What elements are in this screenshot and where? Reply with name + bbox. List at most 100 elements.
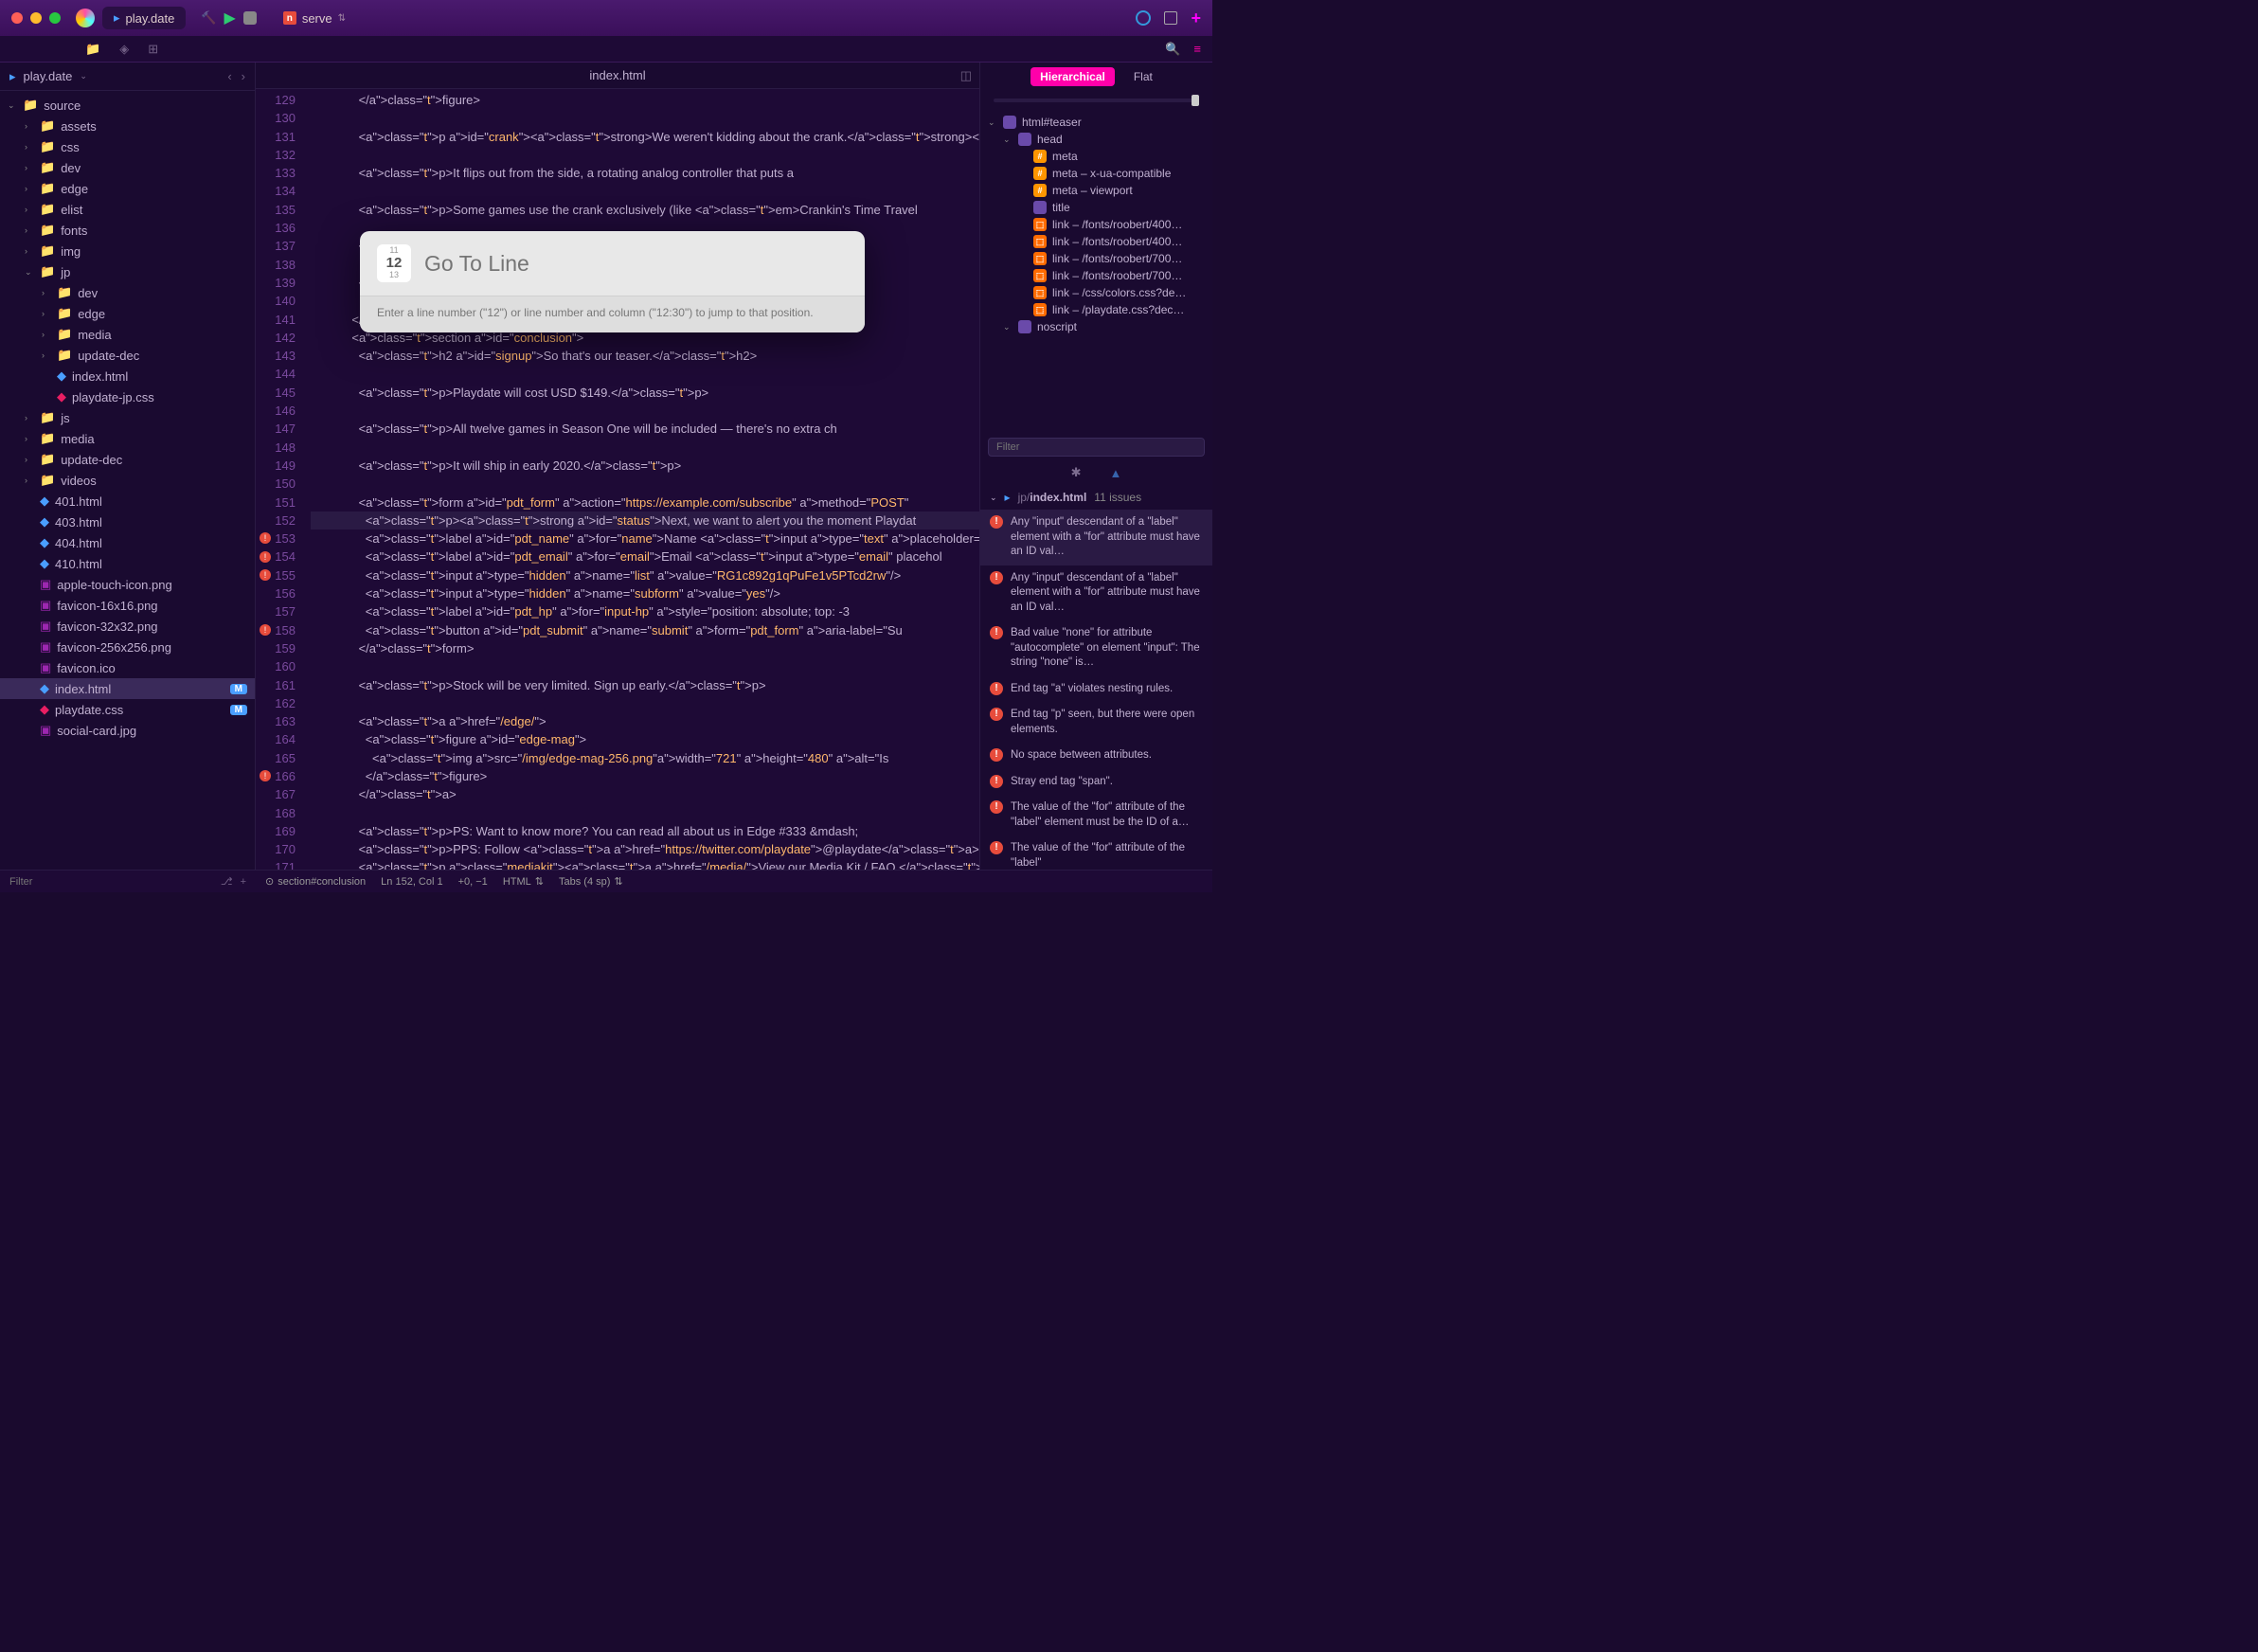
error-marker-icon[interactable]: ! bbox=[260, 569, 271, 581]
npm-icon: n bbox=[283, 11, 296, 25]
disclosure-icon: ⌄ bbox=[1003, 322, 1013, 332]
error-icon: ! bbox=[990, 748, 1003, 762]
tree-item[interactable]: ›📁edge bbox=[0, 303, 255, 324]
issue-item[interactable]: !No space between attributes. bbox=[980, 743, 1212, 769]
error-marker-icon[interactable]: ! bbox=[260, 770, 271, 781]
tree-item[interactable]: ›📁js bbox=[0, 407, 255, 428]
tree-item[interactable]: ›📁videos bbox=[0, 470, 255, 491]
issue-item[interactable]: !The value of the "for" attribute of the… bbox=[980, 795, 1212, 835]
tree-item[interactable]: ▣favicon-16x16.png bbox=[0, 595, 255, 616]
issues-header[interactable]: ⌄ ▸ jp/index.html 11 issues bbox=[980, 485, 1212, 510]
error-icon: ! bbox=[990, 682, 1003, 695]
new-tab-button[interactable]: + bbox=[1191, 9, 1201, 28]
sidebar-filter-input[interactable] bbox=[9, 876, 213, 888]
tree-item[interactable]: ▣favicon-32x32.png bbox=[0, 616, 255, 637]
folder-icon: 📁 bbox=[57, 306, 72, 321]
symbols-view-icon[interactable]: ◈ bbox=[119, 42, 129, 57]
files-view-icon[interactable]: 📁 bbox=[85, 42, 100, 57]
outline-item[interactable]: ⌄head bbox=[980, 131, 1212, 148]
tree-item[interactable]: ›📁dev bbox=[0, 157, 255, 178]
language-mode[interactable]: HTML ⇅ bbox=[503, 875, 544, 888]
breadcrumb[interactable]: ⊙ section#conclusion bbox=[265, 875, 366, 888]
all-issues-icon[interactable]: ✱ bbox=[1071, 465, 1082, 480]
outline-item[interactable]: #meta – viewport bbox=[980, 182, 1212, 199]
issue-item[interactable]: !The value of the "for" attribute of the… bbox=[980, 835, 1212, 870]
zoom-window-button[interactable] bbox=[49, 12, 61, 24]
tree-item[interactable]: ›📁update-dec bbox=[0, 449, 255, 470]
tree-item[interactable]: ›📁dev bbox=[0, 282, 255, 303]
tree-item[interactable]: ◆playdate.cssM bbox=[0, 699, 255, 720]
preview-icon[interactable] bbox=[1136, 10, 1151, 26]
outline-depth-slider[interactable] bbox=[980, 91, 1212, 110]
sidebar-header[interactable]: ▸ play.date ⌄ ‹ › bbox=[0, 63, 255, 91]
issue-item[interactable]: !Bad value "none" for attribute "autocom… bbox=[980, 620, 1212, 676]
outline-item[interactable]: ⬚link – /fonts/roobert/400… bbox=[980, 216, 1212, 233]
indent-mode[interactable]: Tabs (4 sp) ⇅ bbox=[559, 875, 623, 888]
outline-item[interactable]: title bbox=[980, 199, 1212, 216]
add-file-icon[interactable]: + bbox=[241, 876, 246, 888]
issue-item[interactable]: !End tag "a" violates nesting rules. bbox=[980, 676, 1212, 703]
tree-item[interactable]: ◆playdate-jp.css bbox=[0, 386, 255, 407]
outline-item[interactable]: ⌄html#teaser bbox=[980, 114, 1212, 131]
outline-mode-tabs: Hierarchical Flat bbox=[980, 63, 1212, 91]
tree-item[interactable]: ◆401.html bbox=[0, 491, 255, 512]
structure-icon[interactable]: ≡ bbox=[1193, 42, 1201, 56]
outline-filter-input[interactable] bbox=[988, 438, 1205, 457]
tree-item[interactable]: ›📁css bbox=[0, 136, 255, 157]
tree-item[interactable]: ◆index.html bbox=[0, 366, 255, 386]
issue-item[interactable]: !Any "input" descendant of a "label" ele… bbox=[980, 510, 1212, 566]
goto-line-input[interactable] bbox=[424, 251, 848, 277]
warnings-icon[interactable]: ▲ bbox=[1110, 466, 1122, 480]
tree-item[interactable]: ▣favicon.ico bbox=[0, 657, 255, 678]
tree-item[interactable]: ◆index.htmlM bbox=[0, 678, 255, 699]
issue-item[interactable]: !Stray end tag "span". bbox=[980, 769, 1212, 796]
outline-item[interactable]: ⌄noscript bbox=[980, 318, 1212, 335]
tab-hierarchical[interactable]: Hierarchical bbox=[1030, 67, 1115, 86]
stop-button[interactable] bbox=[243, 11, 257, 25]
error-marker-icon[interactable]: ! bbox=[260, 624, 271, 636]
tree-item[interactable]: ▣favicon-256x256.png bbox=[0, 637, 255, 657]
outline-item[interactable]: #meta bbox=[980, 148, 1212, 165]
outline-item[interactable]: ⬚link – /playdate.css?dec… bbox=[980, 301, 1212, 318]
error-marker-icon[interactable]: ! bbox=[260, 551, 271, 563]
tree-item[interactable]: ◆404.html bbox=[0, 532, 255, 553]
outline-item[interactable]: ⬚link – /fonts/roobert/700… bbox=[980, 250, 1212, 267]
project-tab[interactable]: ▸ play.date bbox=[102, 7, 186, 29]
code-editor[interactable]: 1291301311321331341351361371381391401411… bbox=[256, 89, 979, 870]
outline-item[interactable]: ⬚link – /fonts/roobert/400… bbox=[980, 233, 1212, 250]
split-editor-icon[interactable]: ◫ bbox=[960, 68, 972, 83]
outline-item[interactable]: ⬚link – /fonts/roobert/700… bbox=[980, 267, 1212, 284]
issue-item[interactable]: !Any "input" descendant of a "label" ele… bbox=[980, 566, 1212, 621]
tree-item[interactable]: ›📁media bbox=[0, 324, 255, 345]
nav-forward-icon[interactable]: › bbox=[242, 69, 245, 83]
outline-item[interactable]: ⬚link – /css/colors.css?de… bbox=[980, 284, 1212, 301]
tree-item[interactable]: ›📁update-dec bbox=[0, 345, 255, 366]
code-content[interactable]: </a">class="t">figure> <a">class="t">p a… bbox=[303, 89, 979, 870]
scm-icon[interactable]: ⎇ bbox=[221, 875, 233, 888]
tree-item[interactable]: ›📁edge bbox=[0, 178, 255, 199]
panel-toggle-icon[interactable] bbox=[1164, 11, 1177, 25]
tree-item[interactable]: ⌄📁jp bbox=[0, 261, 255, 282]
outline-item[interactable]: #meta – x-ua-compatible bbox=[980, 165, 1212, 182]
tree-item[interactable]: ›📁fonts bbox=[0, 220, 255, 241]
cursor-position[interactable]: Ln 152, Col 1 bbox=[381, 876, 442, 888]
tree-item[interactable]: ›📁img bbox=[0, 241, 255, 261]
tree-item[interactable]: ◆403.html bbox=[0, 512, 255, 532]
tree-item[interactable]: ›📁media bbox=[0, 428, 255, 449]
tree-item[interactable]: ▣apple-touch-icon.png bbox=[0, 574, 255, 595]
run-button[interactable]: ▶ bbox=[224, 9, 236, 27]
tree-item[interactable]: ›📁assets bbox=[0, 116, 255, 136]
tree-item[interactable]: ▣social-card.jpg bbox=[0, 720, 255, 741]
hammer-icon[interactable]: 🔨 bbox=[201, 10, 216, 26]
tree-item[interactable]: ◆410.html bbox=[0, 553, 255, 574]
tree-item[interactable]: ⌄📁source bbox=[0, 95, 255, 116]
grid-view-icon[interactable]: ⊞ bbox=[148, 42, 158, 57]
search-icon[interactable]: 🔍 bbox=[1165, 42, 1180, 57]
nav-back-icon[interactable]: ‹ bbox=[227, 69, 231, 83]
tab-flat[interactable]: Flat bbox=[1124, 67, 1162, 86]
minimize-window-button[interactable] bbox=[30, 12, 42, 24]
close-window-button[interactable] bbox=[11, 12, 23, 24]
issue-item[interactable]: !End tag "p" seen, but there were open e… bbox=[980, 702, 1212, 743]
tree-item[interactable]: ›📁elist bbox=[0, 199, 255, 220]
serve-scheme[interactable]: n serve ⇅ bbox=[274, 8, 355, 29]
